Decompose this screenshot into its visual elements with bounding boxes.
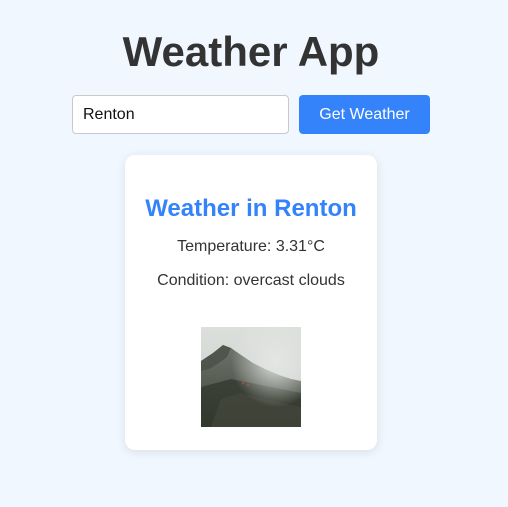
get-weather-button[interactable]: Get Weather [299,95,430,134]
weather-result-card: Weather in Renton Temperature: 3.31°C Co… [125,155,377,450]
weather-city: Renton [274,195,357,222]
condition-value: overcast clouds [233,272,345,289]
temperature-value: 3.31°C [275,238,325,255]
condition-label: Condition: [157,272,230,289]
condition-line: Condition: overcast clouds [125,271,377,291]
temperature-label: Temperature: [177,238,272,255]
app-title: Weather App [122,28,380,75]
weather-heading-prefix: Weather in [145,195,268,222]
weather-image [201,327,301,427]
temperature-line: Temperature: 3.31°C [125,237,377,257]
weather-heading: Weather in Renton [125,195,377,223]
city-search-input[interactable] [72,95,289,134]
